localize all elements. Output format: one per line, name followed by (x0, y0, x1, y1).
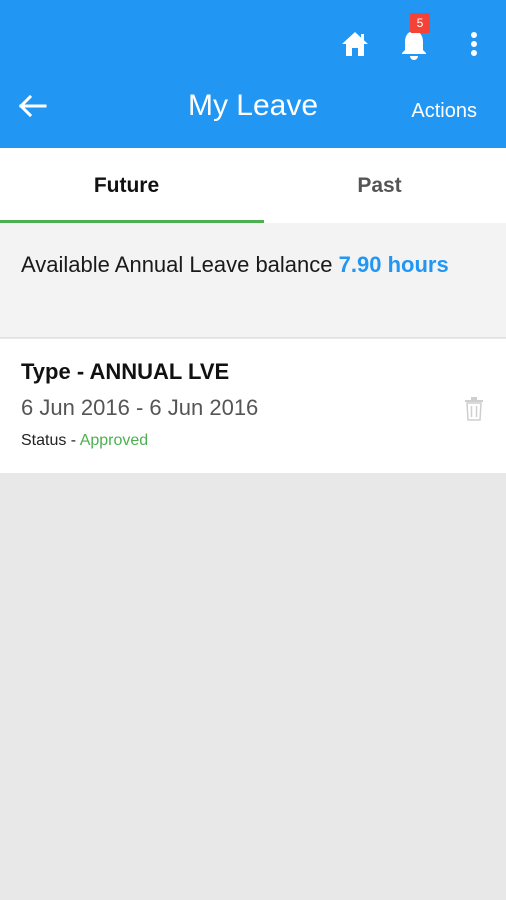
leave-type: Type - ANNUAL LVE (21, 359, 230, 384)
status-badge: Approved (79, 432, 149, 449)
tab-past[interactable]: Past (253, 148, 506, 223)
more-options-button[interactable] (462, 26, 486, 62)
app-bar: 5 My Leave Actions (0, 0, 506, 148)
leave-status: Status - Approved (21, 432, 148, 450)
trash-icon (465, 397, 483, 421)
more-vert-icon (471, 32, 477, 56)
leave-balance-label: Available Annual Leave balance (21, 252, 333, 277)
leave-balance-text: Available Annual Leave balance 7.90 hour… (21, 247, 461, 283)
leave-dates: 6 Jun 2016 - 6 Jun 2016 (21, 395, 259, 420)
status-label: Status - (21, 432, 80, 449)
leave-balance-value: 7.90 hours (338, 252, 449, 277)
notification-badge: 5 (410, 13, 430, 33)
list-item[interactable]: Type - ANNUAL LVE 6 Jun 2016 - 6 Jun 201… (0, 339, 506, 473)
leave-balance-panel: Available Annual Leave balance 7.90 hour… (0, 223, 506, 338)
home-icon (342, 32, 368, 56)
home-button[interactable] (336, 26, 374, 62)
tab-future[interactable]: Future (0, 148, 253, 223)
tab-bar: Future Past (0, 148, 506, 223)
delete-leave-button[interactable] (460, 393, 488, 425)
actions-button[interactable]: Actions (411, 96, 477, 126)
app-screen: 5 My Leave Actions Future Past Available… (0, 0, 506, 900)
